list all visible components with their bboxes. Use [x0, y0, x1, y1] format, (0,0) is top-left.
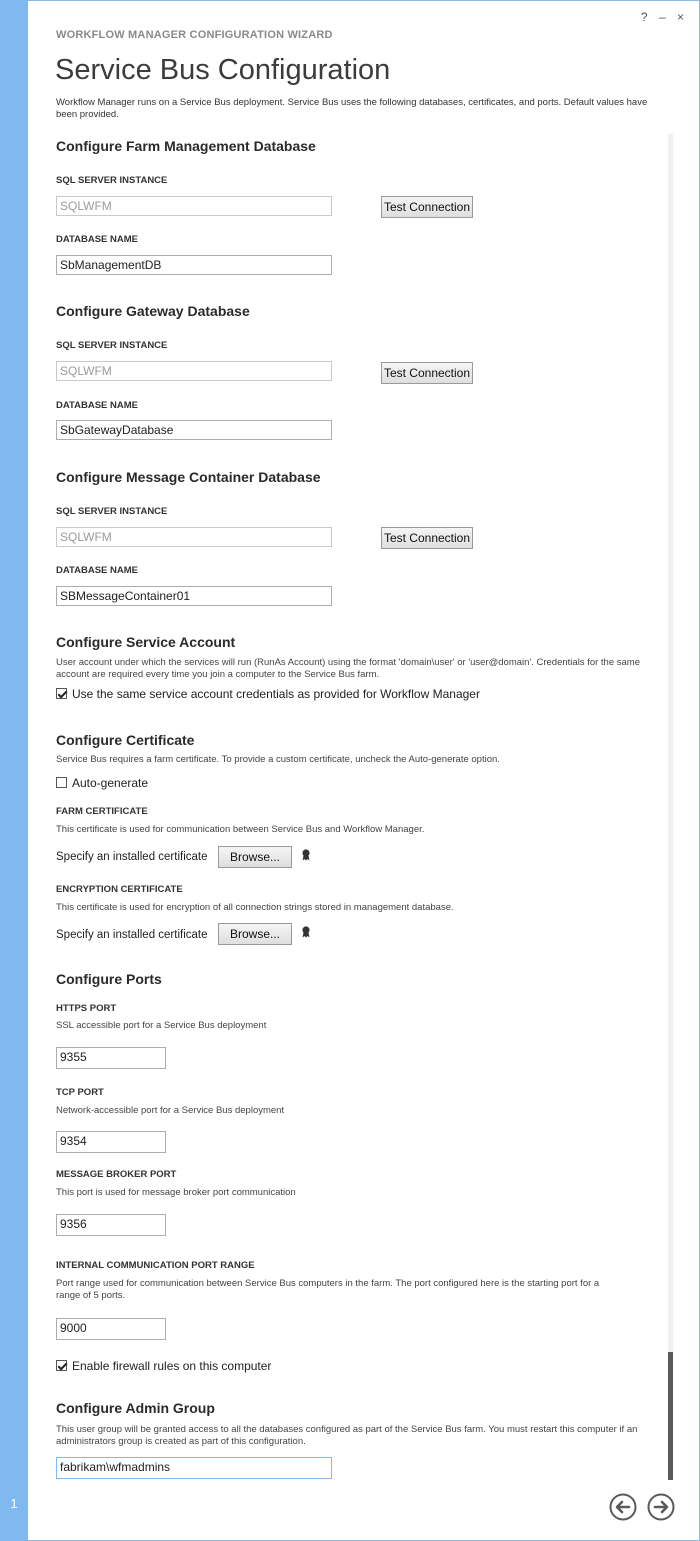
wizard-title: WORKFLOW MANAGER CONFIGURATION WIZARD: [56, 29, 333, 41]
firewall-checkbox[interactable]: Enable firewall rules on this computer: [56, 1359, 271, 1373]
message-test-connection-button[interactable]: Test Connection: [381, 527, 473, 549]
next-arrow-icon[interactable]: [647, 1493, 675, 1521]
broker-port-desc: This port is used for message broker por…: [56, 1187, 296, 1198]
intro-text: Workflow Manager runs on a Service Bus d…: [56, 97, 648, 120]
tcp-port-label: TCP PORT: [56, 1087, 104, 1098]
gateway-sql-input[interactable]: SQLWFM: [56, 361, 332, 381]
same-credentials-checkbox[interactable]: Use the same service account credentials…: [56, 687, 480, 701]
admin-group-desc: This user group will be granted access t…: [56, 1424, 638, 1447]
admin-group-heading: Configure Admin Group: [56, 1400, 215, 1416]
internal-port-desc: Port range used for communication betwee…: [56, 1278, 600, 1301]
minimize-icon[interactable]: –: [659, 10, 670, 24]
tcp-port-input[interactable]: 9354: [56, 1131, 166, 1153]
farm-db-label: DATABASE NAME: [56, 234, 138, 245]
firewall-label: Enable firewall rules on this computer: [72, 1359, 272, 1373]
encryption-certificate-label: ENCRYPTION CERTIFICATE: [56, 884, 183, 895]
message-db-heading: Configure Message Container Database: [56, 469, 321, 485]
service-account-heading: Configure Service Account: [56, 634, 236, 650]
farm-db-input[interactable]: SbManagementDB: [56, 255, 332, 275]
https-port-label: HTTPS PORT: [56, 1003, 117, 1014]
internal-port-label: INTERNAL COMMUNICATION PORT RANGE: [56, 1260, 255, 1271]
gateway-test-connection-button[interactable]: Test Connection: [381, 362, 473, 384]
farm-test-connection-button[interactable]: Test Connection: [381, 196, 473, 218]
https-port-desc: SSL accessible port for a Service Bus de…: [56, 1020, 267, 1031]
close-icon[interactable]: ×: [677, 10, 688, 24]
certificate-ribbon-icon: [302, 849, 310, 861]
ports-heading: Configure Ports: [56, 971, 162, 987]
window-controls: ? – ×: [641, 10, 688, 24]
checkbox-unchecked-icon[interactable]: [56, 777, 67, 788]
certificate-heading: Configure Certificate: [56, 732, 195, 748]
help-icon[interactable]: ?: [641, 10, 652, 24]
broker-port-label: MESSAGE BROKER PORT: [56, 1169, 177, 1180]
broker-port-input[interactable]: 9356: [56, 1214, 166, 1236]
gateway-sql-label: SQL SERVER INSTANCE: [56, 340, 168, 351]
step-bar: 1: [0, 0, 28, 1541]
message-db-input[interactable]: SBMessageContainer01: [56, 586, 332, 606]
message-sql-label: SQL SERVER INSTANCE: [56, 506, 168, 517]
scrollbar-track[interactable]: [668, 134, 673, 1480]
admin-group-input[interactable]: fabrikam\wfmadmins: [56, 1457, 332, 1479]
auto-generate-label: Auto-generate: [72, 776, 149, 790]
checkbox-checked-icon[interactable]: [56, 1360, 67, 1371]
farm-db-heading: Configure Farm Management Database: [56, 138, 316, 154]
farm-specify-label: Specify an installed certificate: [56, 851, 208, 863]
auto-generate-checkbox[interactable]: Auto-generate: [56, 776, 148, 790]
step-number: 1: [10, 1496, 18, 1511]
encryption-specify-label: Specify an installed certificate: [56, 929, 208, 941]
farm-sql-input[interactable]: SQLWFM: [56, 196, 332, 216]
wizard-window: [0, 0, 700, 1541]
gateway-db-label: DATABASE NAME: [56, 400, 138, 411]
farm-browse-button[interactable]: Browse...: [218, 846, 292, 868]
message-sql-input[interactable]: SQLWFM: [56, 527, 332, 547]
page-title: Service Bus Configuration: [55, 54, 391, 86]
certificate-ribbon-icon: [302, 926, 310, 938]
scrollbar-thumb[interactable]: [668, 1352, 673, 1480]
tcp-port-desc: Network-accessible port for a Service Bu…: [56, 1105, 285, 1116]
gateway-db-input[interactable]: SbGatewayDatabase: [56, 420, 332, 440]
service-account-desc: User account under which the services wi…: [56, 657, 640, 680]
back-arrow-icon[interactable]: [609, 1493, 637, 1521]
farm-certificate-desc: This certificate is used for communicati…: [56, 824, 425, 835]
farm-certificate-label: FARM CERTIFICATE: [56, 806, 148, 817]
same-credentials-label: Use the same service account credentials…: [72, 687, 480, 701]
encryption-certificate-desc: This certificate is used for encryption …: [56, 902, 454, 913]
certificate-desc: Service Bus requires a farm certificate.…: [56, 754, 500, 765]
https-port-input[interactable]: 9355: [56, 1047, 166, 1069]
checkbox-checked-icon[interactable]: [56, 688, 67, 699]
gateway-db-heading: Configure Gateway Database: [56, 303, 250, 319]
farm-sql-label: SQL SERVER INSTANCE: [56, 175, 168, 186]
internal-port-input[interactable]: 9000: [56, 1318, 166, 1340]
message-db-label: DATABASE NAME: [56, 565, 138, 576]
encryption-browse-button[interactable]: Browse...: [218, 923, 292, 945]
